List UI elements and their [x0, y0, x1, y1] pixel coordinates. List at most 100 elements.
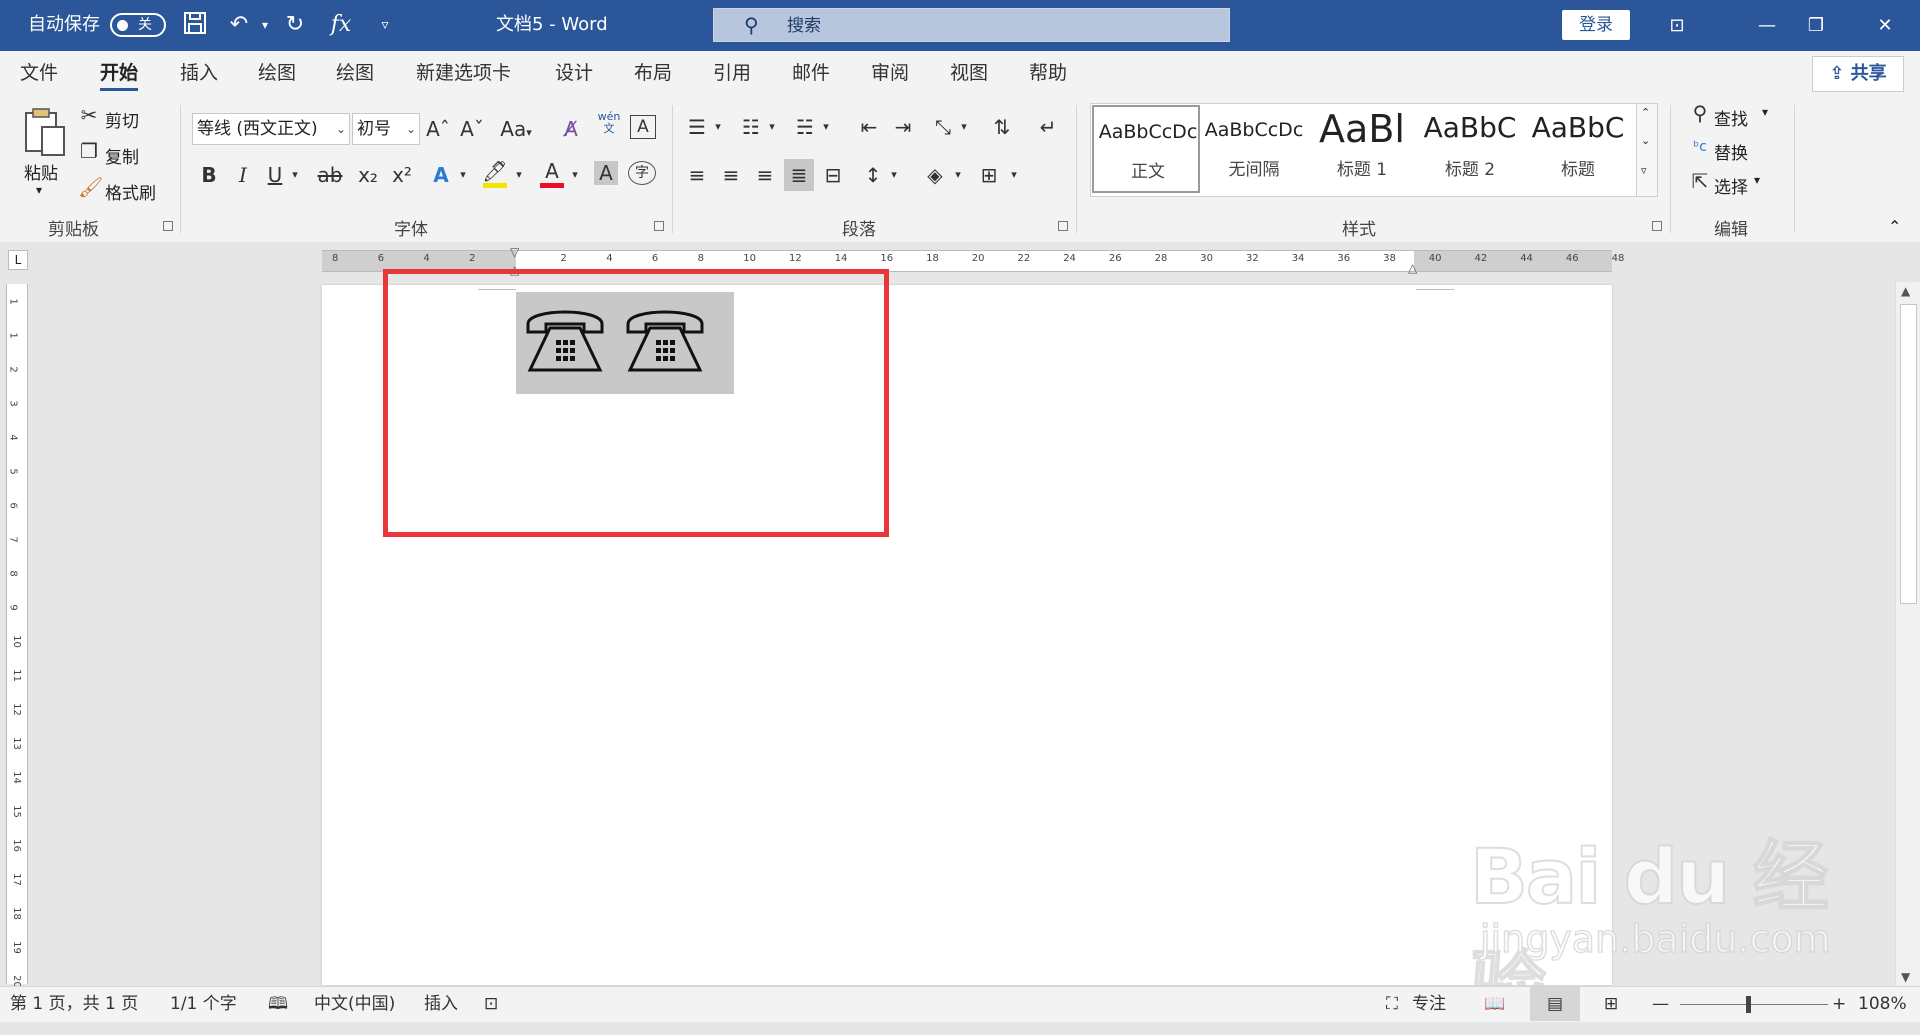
web-layout-icon[interactable]: ⊞ [1604, 987, 1618, 1021]
tab-file[interactable]: 文件 [20, 51, 58, 97]
save-icon[interactable] [180, 10, 210, 40]
increase-indent-icon[interactable]: ⇥ [890, 113, 916, 141]
tab-view[interactable]: 视图 [950, 51, 988, 97]
zoom-slider[interactable] [1680, 1004, 1828, 1005]
find-label[interactable]: 查找 [1714, 105, 1748, 130]
text-effects-icon[interactable]: A [428, 161, 454, 189]
close-button[interactable]: ✕ [1850, 0, 1920, 51]
style-heading-2[interactable]: AaBbC 标题 2 [1416, 105, 1524, 191]
right-indent-icon[interactable]: △ [1408, 261, 1417, 275]
read-mode-icon[interactable]: 📖 [1484, 987, 1505, 1021]
restore-button[interactable]: ❐ [1781, 0, 1851, 51]
scroll-thumb[interactable] [1900, 304, 1917, 604]
clear-formatting-icon[interactable]: A̸ [558, 115, 584, 143]
scroll-up-icon[interactable]: ▲ [1901, 284, 1910, 298]
tab-draw[interactable]: 绘图 [258, 51, 296, 97]
style-normal[interactable]: AaBbCcDc 正文 [1092, 105, 1200, 193]
align-right-icon[interactable]: ≡ [752, 161, 778, 189]
focus-icon[interactable]: ⛶ [1386, 987, 1398, 1021]
paste-icon[interactable] [20, 105, 72, 157]
replace-icon[interactable]: ᵇc [1688, 133, 1712, 161]
format-painter-label[interactable]: 格式刷 [105, 179, 156, 204]
italic-icon[interactable]: I [232, 161, 254, 189]
underline-dropdown-icon[interactable]: ▾ [288, 161, 302, 189]
character-border-icon[interactable]: A [630, 115, 656, 139]
ribbon-display-icon[interactable]: ⊡ [1642, 0, 1712, 51]
highlight-dropdown-icon[interactable]: ▾ [512, 161, 526, 189]
find-dropdown-icon[interactable]: ▾ [1762, 105, 1768, 119]
cut-label[interactable]: 剪切 [105, 107, 139, 132]
multilevel-dropdown-icon[interactable]: ▾ [820, 113, 832, 141]
style-no-spacing[interactable]: AaBbCcDc 无间隔 [1200, 105, 1308, 191]
borders-dropdown-icon[interactable]: ▾ [1008, 161, 1020, 189]
shading-dropdown-icon[interactable]: ▾ [952, 161, 964, 189]
font-name-select[interactable]: 等线 (西文正文) ⌄ [192, 113, 350, 145]
text-direction-dropdown-icon[interactable]: ▾ [958, 113, 970, 141]
format-painter-icon[interactable]: 🖌 [78, 173, 103, 201]
bullets-dropdown-icon[interactable]: ▾ [712, 113, 724, 141]
share-button[interactable]: ⇪ 共享 [1812, 56, 1904, 92]
style-title[interactable]: AaBbC 标题 [1524, 105, 1632, 191]
first-line-indent-icon[interactable]: ▽ [510, 245, 519, 259]
formula-icon[interactable]: fx [326, 10, 356, 40]
select-label[interactable]: 选择 [1714, 173, 1748, 198]
styles-launcher-icon[interactable] [1652, 221, 1662, 231]
zoom-out-icon[interactable]: — [1652, 987, 1669, 1021]
paste-label[interactable]: 粘贴 [24, 159, 58, 184]
select-dropdown-icon[interactable]: ▾ [1754, 173, 1760, 187]
phonetic-guide-icon[interactable]: wén 文 [596, 111, 622, 139]
chevron-down-icon[interactable]: ⌄ [1641, 134, 1650, 147]
autosave-toggle[interactable]: 关 [110, 13, 166, 37]
tab-selector-icon[interactable]: L [8, 250, 28, 270]
copy-icon[interactable]: ❐ [78, 137, 100, 165]
shrink-font-icon[interactable]: Aˇ [460, 115, 484, 143]
change-case-icon[interactable]: Aa▾ [500, 115, 532, 143]
text-direction-icon[interactable]: ⤡ [930, 113, 956, 141]
zoom-level[interactable]: 108% [1858, 987, 1907, 1021]
borders-icon[interactable]: ⊞ [976, 161, 1002, 189]
chevron-up-icon[interactable]: ⌃ [1641, 106, 1650, 119]
undo-dropdown-icon[interactable]: ▾ [250, 10, 280, 40]
superscript-icon[interactable]: x² [390, 161, 414, 189]
paste-dropdown-icon[interactable]: ▾ [36, 183, 42, 197]
redo-icon[interactable]: ↻ [280, 10, 310, 40]
strikethrough-icon[interactable]: ab [316, 161, 344, 189]
distributed-icon[interactable]: ⊟ [820, 161, 846, 189]
tab-mailings[interactable]: 邮件 [792, 51, 830, 97]
collapse-ribbon-icon[interactable]: ⌃ [1888, 217, 1901, 236]
highlight-icon[interactable]: 🖊 [480, 157, 510, 188]
align-center-icon[interactable]: ≡ [718, 161, 744, 189]
proofing-icon[interactable]: 🕮 [268, 987, 288, 1021]
zoom-slider-thumb[interactable] [1746, 996, 1751, 1013]
tab-insert[interactable]: 插入 [180, 51, 218, 97]
text-effects-dropdown-icon[interactable]: ▾ [456, 161, 470, 189]
numbering-icon[interactable]: ☷ [738, 113, 764, 141]
clipboard-launcher-icon[interactable] [163, 221, 173, 231]
tab-design[interactable]: 设计 [555, 51, 593, 97]
enclose-characters-icon[interactable]: 字 [628, 161, 656, 185]
tab-home[interactable]: 开始 [100, 51, 139, 97]
font-color-icon[interactable]: A [538, 157, 566, 188]
bold-icon[interactable]: B [198, 161, 220, 189]
focus-label[interactable]: 专注 [1412, 987, 1446, 1021]
numbering-dropdown-icon[interactable]: ▾ [766, 113, 778, 141]
tab-draw-2[interactable]: 绘图 [336, 51, 374, 97]
cut-icon[interactable]: ✂ [78, 101, 100, 129]
subscript-icon[interactable]: x₂ [356, 161, 380, 189]
zoom-in-icon[interactable]: + [1832, 987, 1846, 1021]
print-layout-icon[interactable]: ▤ [1530, 987, 1580, 1021]
show-marks-icon[interactable]: ↵ [1034, 113, 1062, 141]
sort-icon[interactable]: ⇅ [988, 113, 1016, 141]
paragraph-launcher-icon[interactable] [1058, 221, 1068, 231]
line-spacing-dropdown-icon[interactable]: ▾ [888, 161, 900, 189]
page-count[interactable]: 第 1 页，共 1 页 [10, 987, 138, 1021]
styles-more-icon[interactable]: ▿ [1641, 164, 1647, 177]
vertical-scrollbar[interactable]: ▲ ▼ [1895, 282, 1920, 986]
justify-icon[interactable]: ≣ [784, 159, 814, 191]
decrease-indent-icon[interactable]: ⇤ [856, 113, 882, 141]
word-count[interactable]: 1/1 个字 [170, 987, 237, 1021]
login-button[interactable]: 登录 [1562, 10, 1630, 40]
copy-label[interactable]: 复制 [105, 143, 139, 168]
search-box[interactable]: ⚲ 搜索 [713, 8, 1230, 42]
macro-icon[interactable]: ⊡ [484, 987, 498, 1021]
